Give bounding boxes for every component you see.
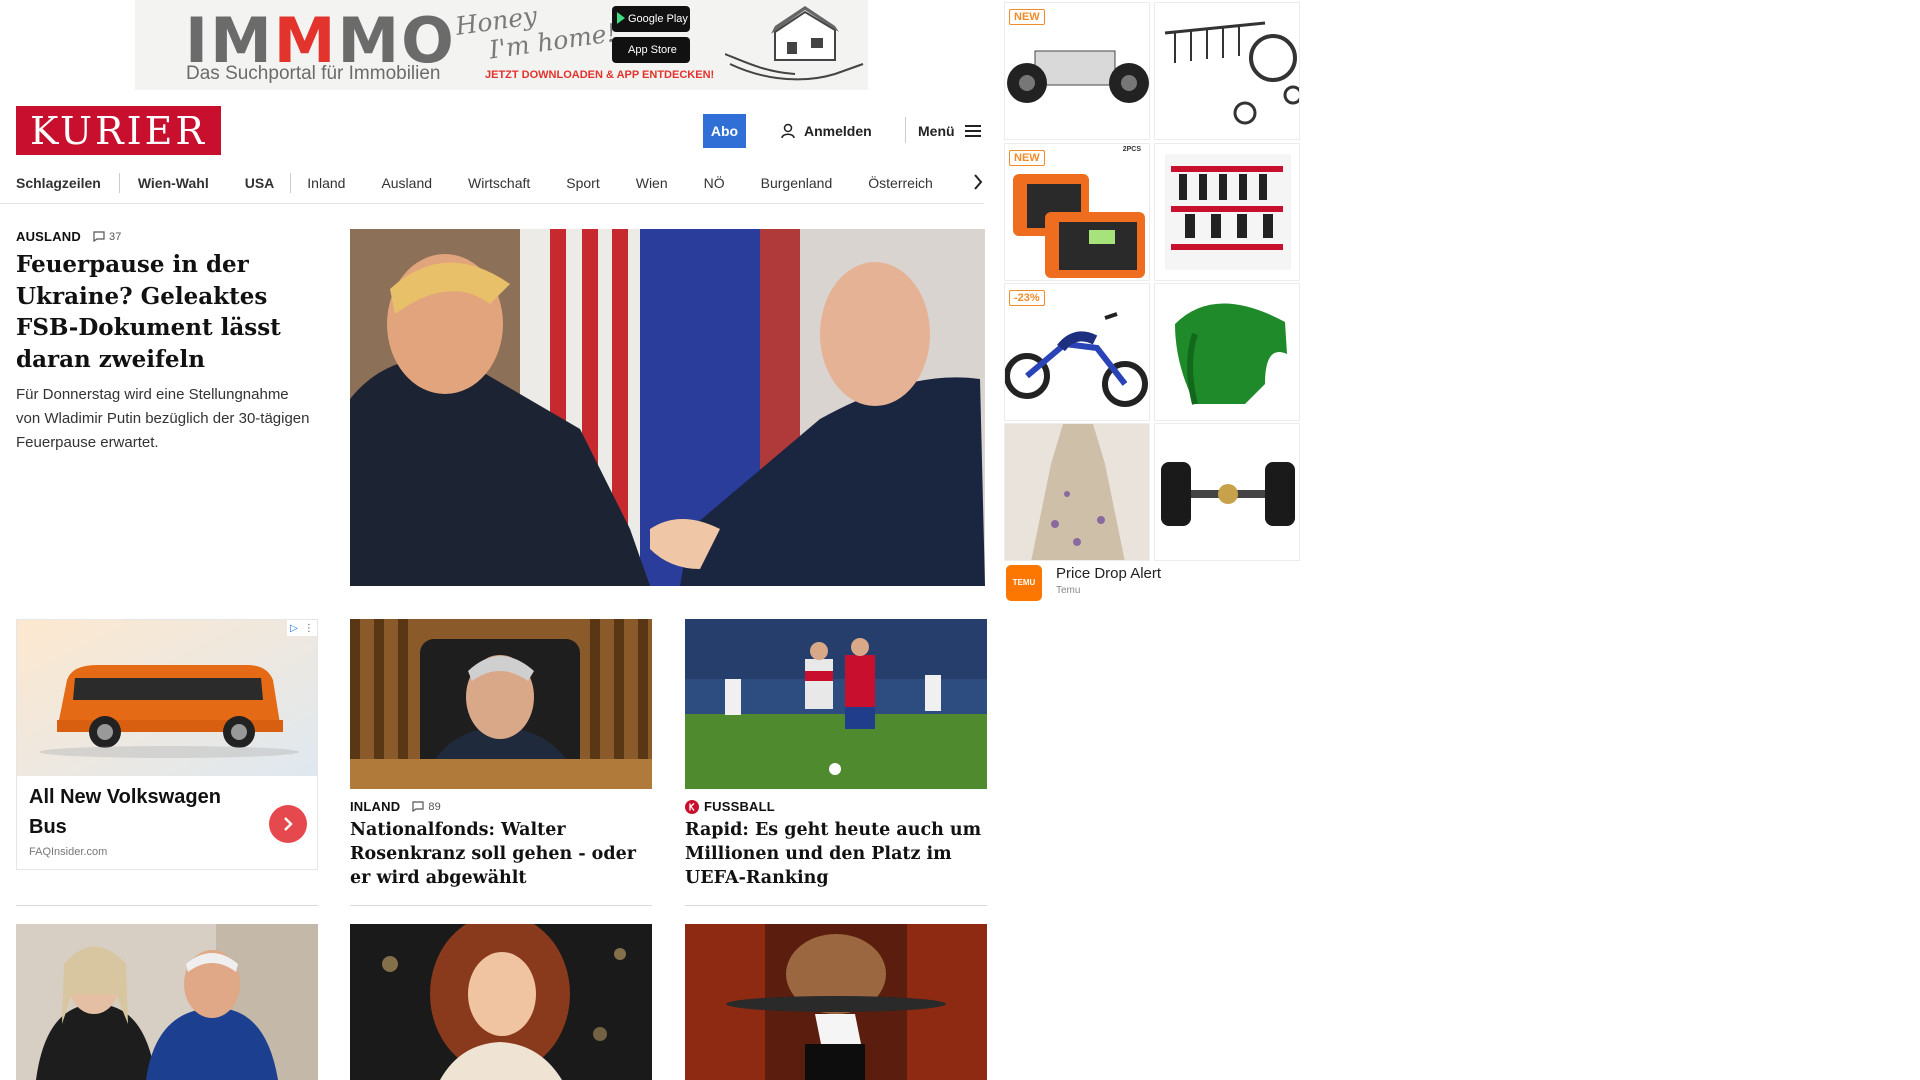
login-button[interactable]: Anmelden <box>780 120 872 142</box>
user-icon <box>781 123 795 139</box>
lead-headline[interactable]: Feuerpause in der Ukraine? Geleaktes FSB… <box>16 249 306 375</box>
card-1-divider <box>350 905 652 906</box>
nav-divider <box>0 203 984 204</box>
card-2-kicker: FUSSBALL <box>685 799 775 814</box>
nav-scroll-right-button[interactable] <box>966 167 990 197</box>
house-hand-illustration <box>725 6 864 81</box>
green-fender-image <box>1175 303 1287 405</box>
menu-button[interactable]: Menü <box>918 120 981 142</box>
kurier-logo[interactable]: KURIER <box>16 106 221 155</box>
header-divider <box>905 117 906 143</box>
lead-section-label[interactable]: AUSLAND <box>16 229 81 244</box>
google-play-badge[interactable]: Google Play <box>612 6 690 32</box>
nav-item-usa[interactable]: USA <box>245 175 275 191</box>
nav-separator <box>118 173 120 193</box>
banner-tagline: Das Suchportal für Immobilien <box>186 63 441 84</box>
hamburger-icon <box>964 125 981 137</box>
nav-item-wirtschaft[interactable]: Wirtschaft <box>468 175 530 191</box>
app-store-badge[interactable]: App Store <box>612 37 690 63</box>
article-image-singer[interactable] <box>350 924 652 1080</box>
banner-cta[interactable]: JETZT DOWNLOADEN & APP ENTDECKEN! <box>485 69 714 81</box>
product-tile-hanger-rack[interactable] <box>1154 2 1300 140</box>
login-label: Anmelden <box>804 123 872 139</box>
card-1-kicker: INLAND 89 <box>350 799 441 814</box>
tool-rack-image <box>1165 154 1291 270</box>
price-drop-source: Temu <box>1056 585 1081 596</box>
waiter-tray-photo <box>685 924 987 1080</box>
card-2-section-label[interactable]: FUSSBALL <box>685 799 775 814</box>
lead-teaser[interactable]: Für Donnerstag wird eine Stellungnahme v… <box>16 383 316 455</box>
handshake-photo <box>350 229 985 586</box>
article-image-lugner[interactable] <box>16 924 318 1080</box>
article-image-waiter[interactable] <box>685 924 987 1080</box>
product-tile-fender[interactable] <box>1154 283 1300 421</box>
football-photo <box>685 619 987 789</box>
volkswagen-ad-open-button[interactable] <box>269 805 307 843</box>
price-drop-title[interactable]: Price Drop Alert <box>1056 565 1161 582</box>
volkswagen-bus-image <box>17 620 317 776</box>
nav-item-wien-wahl[interactable]: Wien-Wahl <box>138 175 209 191</box>
more-options-icon: ⋮ <box>303 622 314 634</box>
chevron-right-icon <box>974 174 983 190</box>
nav-item-wien[interactable]: Wien <box>636 175 668 191</box>
singer-photo <box>350 924 652 1080</box>
product-tile-dress[interactable] <box>1004 423 1150 561</box>
volkswagen-ad-source: FAQInsider.com <box>29 846 108 858</box>
article-image-rapid[interactable] <box>685 619 987 789</box>
card-2-divider <box>685 905 987 906</box>
card-2-title[interactable]: Rapid: Es geht heute auch um Millionen u… <box>685 818 990 890</box>
discount-badge: -23% <box>1009 290 1045 306</box>
card-1-section-label[interactable]: INLAND <box>350 799 400 814</box>
banner-script-text: Honey I'm home! <box>453 0 619 65</box>
hanger-rack-image <box>1164 21 1299 125</box>
rosenkranz-photo <box>350 619 652 789</box>
card-1-title[interactable]: Nationalfonds: Walter Rosenkranz soll ge… <box>350 818 655 890</box>
new-badge: NEW <box>1009 150 1045 166</box>
play-icon <box>617 12 625 24</box>
temu-logo: TEMU <box>1006 565 1042 601</box>
volkswagen-ad-title[interactable]: All New Volkswagen Bus <box>29 782 249 842</box>
nav-item-oesterreich[interactable]: Österreich <box>868 175 933 191</box>
nav-item-sport[interactable]: Sport <box>566 175 599 191</box>
abo-button[interactable]: Abo <box>703 114 746 148</box>
kurier-k-icon <box>685 799 699 814</box>
nav-item-schlagzeilen[interactable]: Schlagzeilen <box>16 175 101 191</box>
nav-item-noe[interactable]: NÖ <box>704 175 725 191</box>
lead-kicker: AUSLAND 37 <box>16 229 122 244</box>
comment-icon <box>412 801 424 812</box>
temu-sidebar-ad[interactable]: ▷ ✕ NEW NEW 2PCS <box>1004 0 1302 603</box>
volkswagen-ad[interactable]: ▷ ⋮ All New Volkswagen Bus FAQInsider.co… <box>16 619 318 870</box>
nav-separator <box>290 173 292 193</box>
chevron-right-icon <box>284 817 293 831</box>
pcs-label: 2PCS <box>1122 146 1141 153</box>
top-banner-ad[interactable]: IMMMO Das Suchportal für Immobilien Hone… <box>135 0 868 90</box>
nav-item-ausland[interactable]: Ausland <box>381 175 432 191</box>
adchoices-badge[interactable]: ▷ ⋮ <box>287 620 317 636</box>
couple-photo <box>16 924 318 1080</box>
card-1-comment-count[interactable]: 89 <box>412 801 441 813</box>
lead-image[interactable] <box>350 229 985 586</box>
adchoices-icon: ▷ <box>290 622 298 634</box>
nav-item-inland[interactable]: Inland <box>307 175 345 191</box>
product-tile-tool-rack[interactable] <box>1154 143 1300 281</box>
menu-label: Menü <box>918 123 955 139</box>
new-badge: NEW <box>1009 9 1045 25</box>
price-drop-alert[interactable]: TEMU Price Drop Alert Temu <box>1004 563 1302 603</box>
product-tile-minibike[interactable]: -23% <box>1004 283 1150 421</box>
ad-column-divider <box>16 905 318 906</box>
nav-item-burgenland[interactable]: Burgenland <box>761 175 833 191</box>
main-nav: Schlagzeilen Wien-Wahl USA Inland Auslan… <box>16 166 991 200</box>
dress-image <box>1005 424 1149 560</box>
article-image-rosenkranz[interactable] <box>350 619 652 789</box>
product-tile-wheel-cart[interactable]: NEW <box>1004 2 1150 140</box>
track-wheel-image <box>1161 462 1295 526</box>
lead-comment-count[interactable]: 37 <box>93 231 122 243</box>
comment-icon <box>93 231 105 242</box>
product-tile-track-wheel[interactable] <box>1154 423 1300 561</box>
product-tile-power-station[interactable]: NEW 2PCS <box>1004 143 1150 281</box>
